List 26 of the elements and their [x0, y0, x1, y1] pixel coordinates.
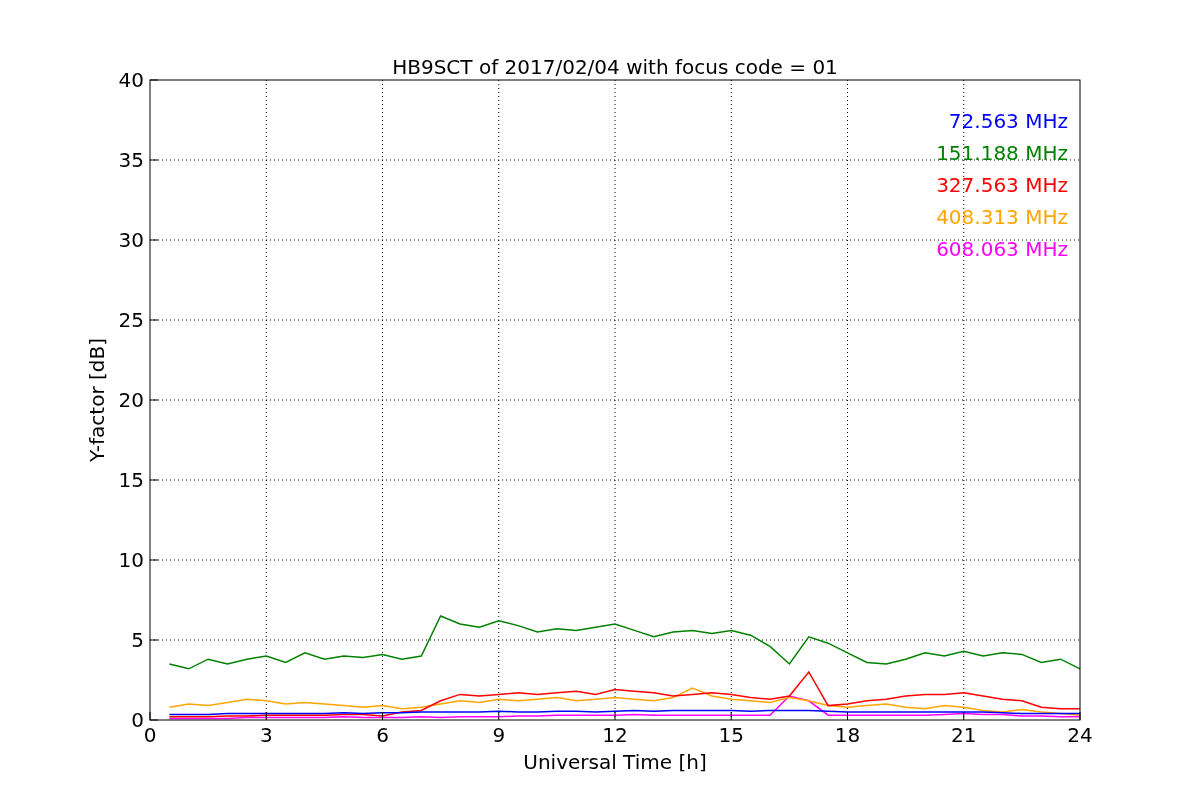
- y-axis-label: Y-factor [dB]: [85, 338, 109, 462]
- x-tick-label: 6: [376, 723, 389, 747]
- legend-label: 327.563 MHz: [936, 173, 1068, 197]
- y-tick-label: 5: [131, 628, 144, 652]
- x-tick-label: 3: [259, 723, 273, 747]
- y-tick-label: 0: [131, 708, 144, 732]
- x-tick-label: 12: [602, 723, 628, 747]
- legend-label: 151.188 MHz: [936, 141, 1068, 165]
- x-tick-label: 0: [143, 723, 157, 747]
- y-tick-label: 25: [118, 308, 144, 332]
- x-tick-label: 9: [492, 723, 506, 747]
- y-tick-label: 15: [118, 468, 144, 492]
- legend-label: 408.313 MHz: [936, 205, 1068, 229]
- x-tick-label: 24: [1067, 723, 1093, 747]
- x-tick-label: 21: [951, 723, 977, 747]
- x-tick-label: 15: [718, 723, 744, 747]
- legend-label: 72.563 MHz: [948, 109, 1068, 133]
- y-tick-label: 35: [118, 148, 144, 172]
- x-axis-label: Universal Time [h]: [523, 750, 707, 774]
- y-tick-label: 40: [118, 68, 144, 92]
- y-tick-label: 30: [118, 228, 144, 252]
- y-tick-label: 20: [118, 388, 144, 412]
- x-tick-label: 18: [834, 723, 861, 747]
- y-tick-label: 10: [118, 548, 144, 572]
- legend-label: 608.063 MHz: [936, 237, 1068, 261]
- chart-title: HB9SCT of 2017/02/04 with focus code = 01: [392, 55, 838, 79]
